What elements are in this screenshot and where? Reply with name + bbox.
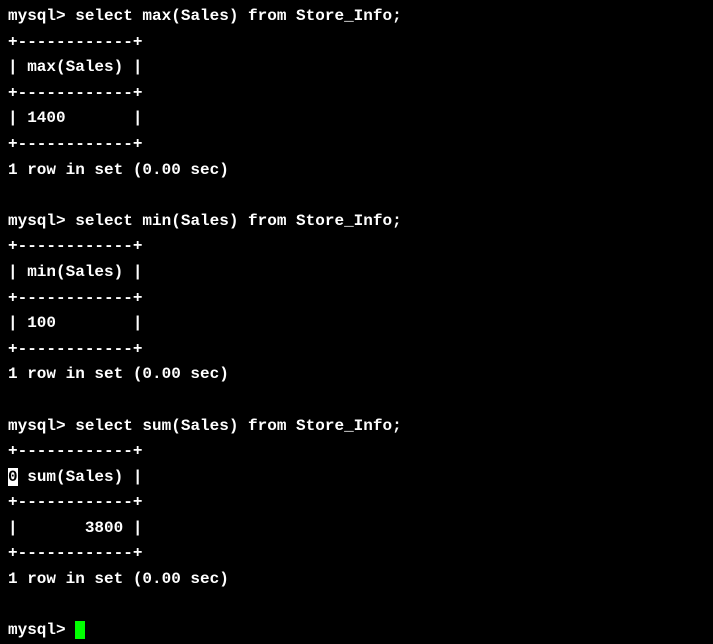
prompt: mysql> [8, 212, 75, 230]
table-header: 0 sum(Sales) | [8, 465, 705, 491]
table-border: +------------+ [8, 286, 705, 312]
sql-command: select sum(Sales) from Store_Info; [75, 417, 401, 435]
cursor-icon [75, 621, 85, 639]
table-border: +------------+ [8, 132, 705, 158]
result-footer: 1 row in set (0.00 sec) [8, 362, 705, 388]
result-footer: 1 row in set (0.00 sec) [8, 158, 705, 184]
sql-command: select min(Sales) from Store_Info; [75, 212, 401, 230]
query-line: mysql> select max(Sales) from Store_Info… [8, 4, 705, 30]
highlight-artifact: 0 [8, 468, 18, 486]
table-border: +------------+ [8, 541, 705, 567]
sql-command: select max(Sales) from Store_Info; [75, 7, 401, 25]
table-row: | 3800 | [8, 516, 705, 542]
blank-line [8, 388, 705, 414]
blank-line [8, 183, 705, 209]
query-line: mysql> select sum(Sales) from Store_Info… [8, 414, 705, 440]
table-row: | 100 | [8, 311, 705, 337]
table-header: | max(Sales) | [8, 55, 705, 81]
result-footer: 1 row in set (0.00 sec) [8, 567, 705, 593]
table-border: +------------+ [8, 234, 705, 260]
prompt-line[interactable]: mysql> [8, 618, 705, 644]
table-border: +------------+ [8, 30, 705, 56]
table-border: +------------+ [8, 490, 705, 516]
blank-line [8, 593, 705, 619]
table-border: +------------+ [8, 439, 705, 465]
table-border: +------------+ [8, 337, 705, 363]
prompt: mysql> [8, 417, 75, 435]
table-border: +------------+ [8, 81, 705, 107]
table-header: | min(Sales) | [8, 260, 705, 286]
prompt: mysql> [8, 621, 75, 639]
table-row: | 1400 | [8, 106, 705, 132]
query-line: mysql> select min(Sales) from Store_Info… [8, 209, 705, 235]
terminal-output: mysql> select max(Sales) from Store_Info… [8, 4, 705, 644]
prompt: mysql> [8, 7, 75, 25]
